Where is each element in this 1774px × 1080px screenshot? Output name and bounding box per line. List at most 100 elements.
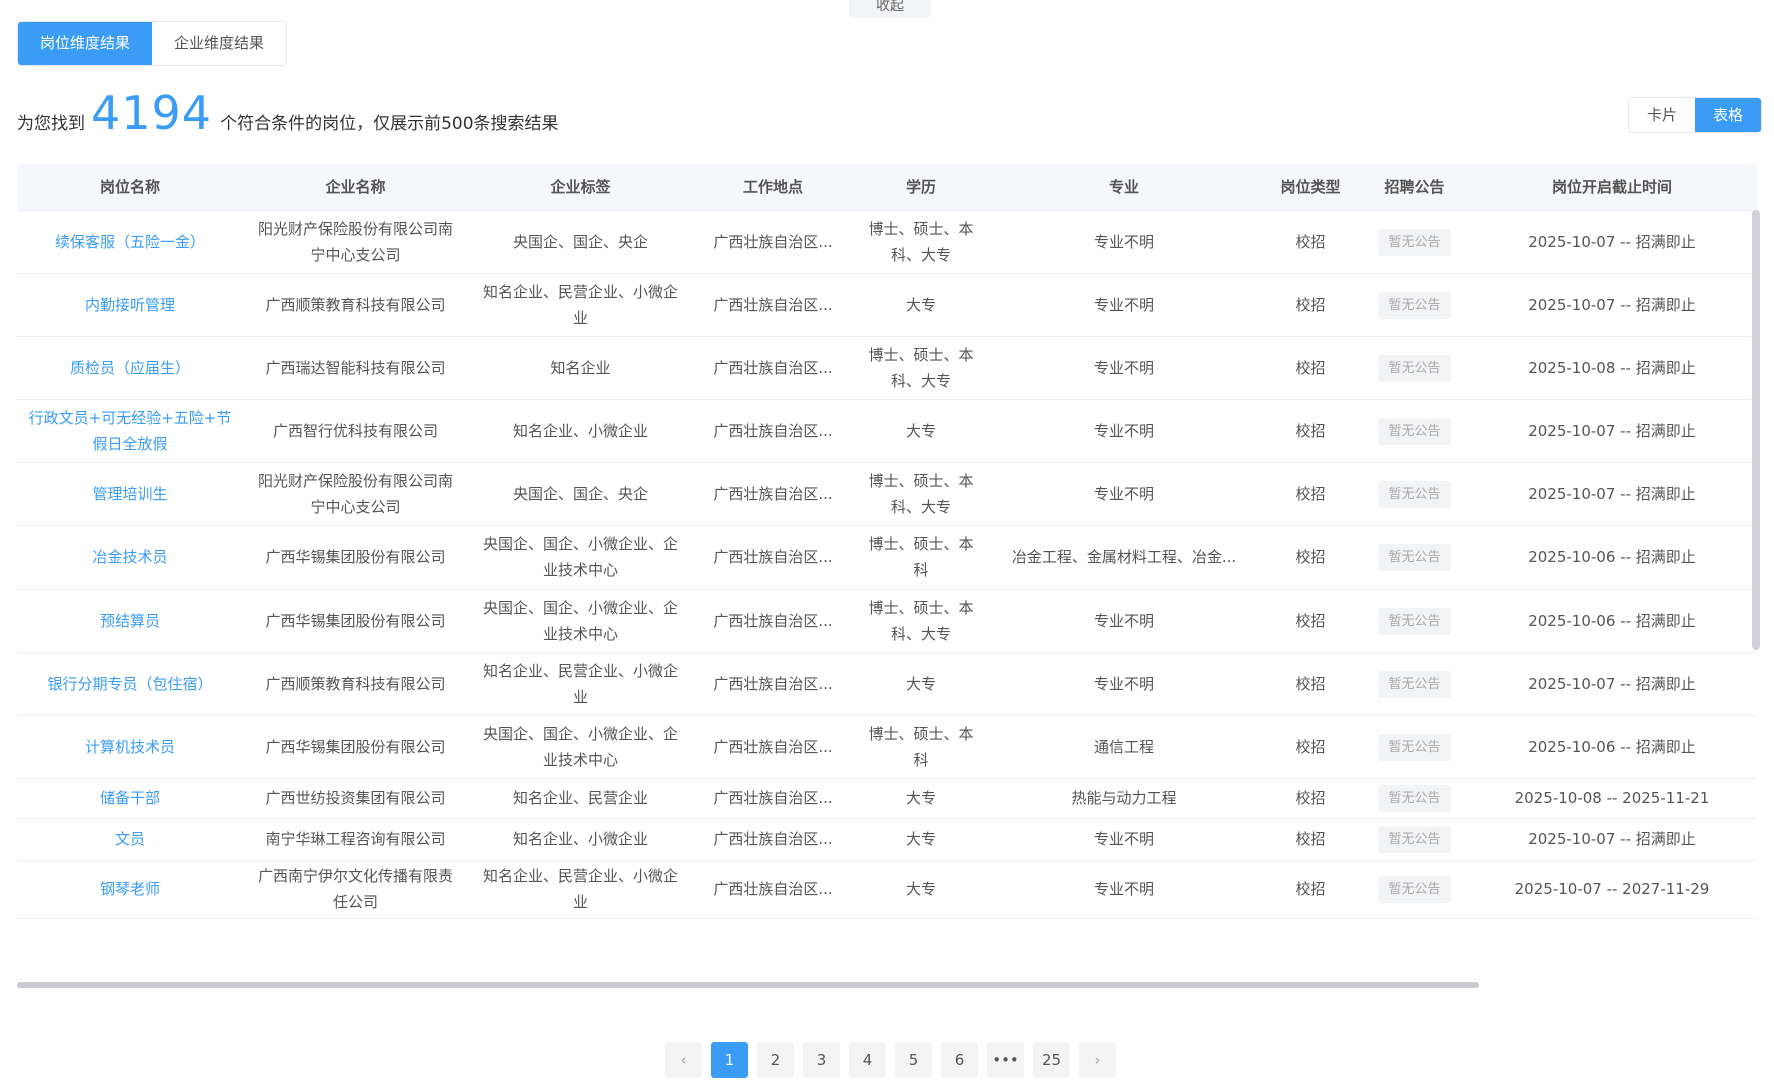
table-row[interactable]: 行政文员+可无经验+五险+节假日全放假 广西智行优科技有限公司 知名企业、小微企业广… (17, 399, 1757, 463)
table-row[interactable]: 管理培训生 阳光财产保险股份有限公司南宁中心支公司 央国企、国企、央企 广西壮族自治区… (17, 462, 1757, 526)
major-requirement: 热能与动力工程 (989, 778, 1259, 819)
column-header: 岗位类型 (1259, 164, 1362, 211)
company-name: 南宁华琳工程咨询有限公司 (243, 818, 468, 861)
page-button-1[interactable]: 1 (711, 1042, 748, 1078)
major-requirement: 专业不明 (989, 399, 1259, 463)
notice-cell: 暂无公告 (1362, 818, 1467, 861)
job-title-link[interactable]: 计算机技术员 (17, 715, 243, 779)
major-requirement: 专业不明 (989, 860, 1259, 919)
column-header: 招聘公告 (1362, 164, 1467, 211)
notice-cell: 暂无公告 (1362, 273, 1467, 337)
page-button-25[interactable]: 25 (1033, 1042, 1070, 1078)
page-button-5[interactable]: 5 (895, 1042, 932, 1078)
page-button-3[interactable]: 3 (803, 1042, 840, 1078)
notice-status-badge: 暂无公告 (1378, 544, 1451, 571)
job-type: 校招 (1259, 652, 1362, 716)
job-type: 校招 (1259, 778, 1362, 819)
notice-status-badge: 暂无公告 (1378, 354, 1451, 382)
major-requirement: 专业不明 (989, 818, 1259, 861)
job-type: 校招 (1259, 818, 1362, 861)
open-period: 2025-10-06 -- 招满即止 (1467, 715, 1757, 779)
vertical-scrollbar[interactable] (1752, 210, 1760, 650)
notice-status-badge: 暂无公告 (1378, 876, 1451, 903)
education-requirement: 博士、硕士、本科、大专 (853, 589, 989, 653)
column-header: 岗位开启截止时间 (1467, 164, 1757, 211)
tab-position-dimension[interactable]: 岗位维度结果 (18, 22, 153, 65)
company-name: 广西顺策教育科技有限公司 (243, 652, 468, 716)
company-name: 广西华锡集团股份有限公司 (243, 715, 468, 779)
table-row[interactable]: 质检员（应届生） 广西瑞达智能科技有限公司 知名企业 广西壮族自治区... 博士、硕士、… (17, 336, 1757, 400)
education-requirement: 博士、硕士、本科、大专 (853, 210, 989, 274)
education-requirement: 大专 (853, 652, 989, 716)
notice-cell: 暂无公告 (1362, 589, 1467, 653)
chevron-left-icon: ‹ (680, 1051, 687, 1069)
result-summary: 为您找到 4194 个符合条件的岗位，仅展示前500条搜索结果 (17, 86, 559, 140)
table-row[interactable]: 钢琴老师 广西南宁伊尔文化传播有限责任公司 知名企业、民营企业、小微企业 广西壮族自治… (17, 860, 1757, 919)
horizontal-scrollbar[interactable] (17, 982, 1479, 988)
page-button-2[interactable]: 2 (757, 1042, 794, 1078)
table-view-button[interactable]: 表格 (1695, 98, 1761, 132)
prev-page-button[interactable]: ‹ (665, 1042, 702, 1078)
notice-cell: 暂无公告 (1362, 525, 1467, 590)
card-view-button[interactable]: 卡片 (1629, 98, 1695, 132)
job-title-link[interactable]: 储备干部 (17, 778, 243, 819)
page-button-4[interactable]: 4 (849, 1042, 886, 1078)
company-name: 阳光财产保险股份有限公司南宁中心支公司 (243, 462, 468, 526)
company-name: 广西华锡集团股份有限公司 (243, 525, 468, 590)
column-header: 企业名称 (243, 164, 468, 211)
work-location: 广西壮族自治区... (693, 273, 853, 337)
work-location: 广西壮族自治区... (693, 778, 853, 819)
work-location: 广西壮族自治区... (693, 652, 853, 716)
education-requirement: 博士、硕士、本科、大专 (853, 336, 989, 400)
job-title-link[interactable]: 银行分期专员（包住宿） (17, 652, 243, 716)
job-type: 校招 (1259, 399, 1362, 463)
education-requirement: 大专 (853, 860, 989, 919)
open-period: 2025-10-07 -- 招满即止 (1467, 462, 1757, 526)
company-tags: 央国企、国企、小微企业、企业技术中心 (468, 715, 693, 779)
work-location: 广西壮族自治区... (693, 589, 853, 653)
table-row[interactable]: 文员 南宁华琳工程咨询有限公司 知名企业、小微企业 广西壮族自治区... 大专 专业不明校… (17, 818, 1757, 861)
job-title-link[interactable]: 续保客服（五险一金） (17, 210, 243, 274)
notice-cell: 暂无公告 (1362, 652, 1467, 716)
collapse-button[interactable]: 收起 (849, 0, 931, 18)
table-row[interactable]: 续保客服（五险一金） 阳光财产保险股份有限公司南宁中心支公司 央国企、国企、央企 广西… (17, 210, 1757, 274)
company-tags: 知名企业 (468, 336, 693, 400)
company-name: 广西瑞达智能科技有限公司 (243, 336, 468, 400)
column-header: 工作地点 (693, 164, 853, 211)
page-button-6[interactable]: 6 (941, 1042, 978, 1078)
notice-status-badge: 暂无公告 (1378, 480, 1451, 508)
company-name: 广西南宁伊尔文化传播有限责任公司 (243, 860, 468, 919)
job-type: 校招 (1259, 860, 1362, 919)
job-title-link[interactable]: 文员 (17, 818, 243, 861)
major-requirement: 专业不明 (989, 462, 1259, 526)
table-row[interactable]: 银行分期专员（包住宿） 广西顺策教育科技有限公司 知名企业、民营企业、小微企业 广西壮… (17, 652, 1757, 716)
work-location: 广西壮族自治区... (693, 336, 853, 400)
notice-cell: 暂无公告 (1362, 462, 1467, 526)
job-title-link[interactable]: 冶金技术员 (17, 525, 243, 590)
job-title-link[interactable]: 钢琴老师 (17, 860, 243, 919)
table-row[interactable]: 冶金技术员 广西华锡集团股份有限公司 央国企、国企、小微企业、企业技术中心 广西壮族自… (17, 525, 1757, 590)
job-title-link[interactable]: 内勤接听管理 (17, 273, 243, 337)
table-row[interactable]: 计算机技术员 广西华锡集团股份有限公司 央国企、国企、小微企业、企业技术中心 广西壮族… (17, 715, 1757, 779)
company-tags: 知名企业、民营企业、小微企业 (468, 652, 693, 716)
open-period: 2025-10-07 -- 招满即止 (1467, 210, 1757, 274)
major-requirement: 专业不明 (989, 336, 1259, 400)
job-title-link[interactable]: 管理培训生 (17, 462, 243, 526)
table-row[interactable]: 内勤接听管理 广西顺策教育科技有限公司 知名企业、民营企业、小微企业 广西壮族自治区.… (17, 273, 1757, 337)
column-header: 学历 (853, 164, 989, 211)
table-row[interactable]: 预结算员 广西华锡集团股份有限公司 央国企、国企、小微企业、企业技术中心 广西壮族自治… (17, 589, 1757, 653)
column-header: 专业 (989, 164, 1259, 211)
job-title-link[interactable]: 质检员（应届生） (17, 336, 243, 400)
open-period: 2025-10-08 -- 招满即止 (1467, 336, 1757, 400)
major-requirement: 冶金工程、金属材料工程、冶金... (989, 525, 1259, 590)
tab-company-dimension[interactable]: 企业维度结果 (152, 22, 287, 65)
education-requirement: 大专 (853, 818, 989, 861)
open-period: 2025-10-07 -- 招满即止 (1467, 399, 1757, 463)
job-type: 校招 (1259, 336, 1362, 400)
next-page-button[interactable]: › (1079, 1042, 1116, 1078)
job-title-link[interactable]: 行政文员+可无经验+五险+节假日全放假 (17, 399, 243, 463)
job-title-link[interactable]: 预结算员 (17, 589, 243, 653)
more-pages-button[interactable]: ••• (987, 1042, 1024, 1078)
table-row[interactable]: 储备干部 广西世纺投资集团有限公司 知名企业、民营企业 广西壮族自治区... 大专 热能与… (17, 778, 1757, 819)
company-name: 广西智行优科技有限公司 (243, 399, 468, 463)
